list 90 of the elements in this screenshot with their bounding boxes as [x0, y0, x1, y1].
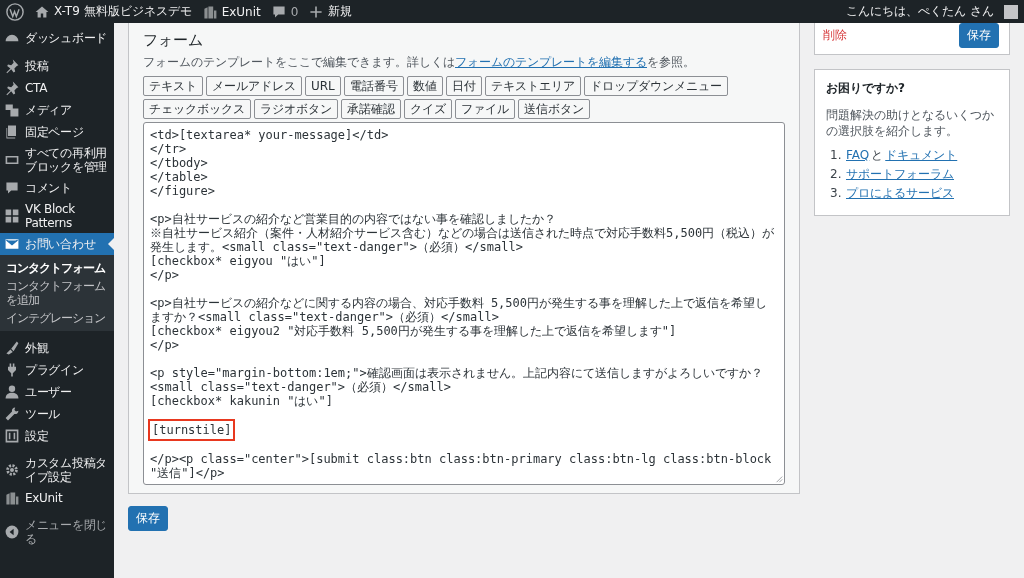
building-icon — [4, 490, 20, 506]
sidebar-item[interactable]: カスタム投稿タイプ設定 — [0, 453, 114, 487]
code-line: </tbody> — [150, 156, 209, 170]
help-text: と — [871, 147, 884, 163]
save-button[interactable]: 保存 — [959, 23, 999, 48]
help-link[interactable]: FAQ — [846, 147, 870, 163]
code-line: </figure> — [150, 184, 217, 198]
brush-icon — [4, 340, 20, 356]
tag-generator-button[interactable]: URL — [305, 76, 341, 96]
help-title: お困りですか? — [826, 80, 906, 97]
greeting-link[interactable]: こんにちは、ぺくたん さん — [846, 3, 994, 20]
sidebar-item[interactable]: ExUnit — [0, 487, 114, 509]
help-link[interactable]: プロによるサービス — [846, 185, 954, 201]
list-number: 1. — [830, 147, 843, 163]
pushpin-icon — [4, 58, 20, 74]
pushpin-icon — [4, 80, 20, 96]
template-help-link[interactable]: フォームのテンプレートを編集する — [455, 55, 647, 69]
code-line: [checkbox* kakunin "はい"] — [150, 394, 334, 408]
help-link[interactable]: ドキュメント — [885, 147, 958, 163]
tag-generator-button[interactable]: 日付 — [445, 76, 482, 96]
tag-generator-button[interactable]: テキストエリア — [484, 76, 581, 96]
comment-bubble-icon — [4, 180, 20, 196]
settings-icon — [4, 428, 20, 444]
new-content-link[interactable]: 新規 — [328, 3, 353, 20]
sidebar-item[interactable]: お問い合わせ — [0, 233, 114, 255]
sidebar-item[interactable]: すべての再利用ブロックを管理 — [0, 143, 114, 177]
sidebar-item[interactable]: 外観 — [0, 337, 114, 359]
settings-icon — [4, 462, 20, 478]
code-line: </p><p class="center">[submit class:btn class:btn-primary class:btn-lg class:btn-block "送信"]</p> — [150, 452, 773, 480]
tag-generator-button[interactable]: テキスト — [143, 76, 203, 96]
sidebar-item[interactable]: CTA — [0, 77, 114, 99]
sidebar-item[interactable]: メディア — [0, 99, 114, 121]
tag-generator-button[interactable]: メールアドレス — [206, 76, 302, 96]
sidebar-item[interactable]: プラグイン — [0, 359, 114, 381]
submenu-item[interactable]: コンタクトフォームを追加 — [0, 277, 114, 309]
sidebar-item[interactable]: 固定ページ — [0, 121, 114, 143]
wrench-icon — [4, 406, 20, 422]
tag-generator-button[interactable]: ラジオボタン — [254, 99, 338, 119]
tag-generator-button[interactable]: 数値 — [406, 76, 443, 96]
description-text: フォームのテンプレートをここで編集できます。詳しくはフォームのテンプレートを編集するを参照。 — [143, 54, 696, 71]
resize-grip-icon — [775, 475, 783, 483]
code-line: <p style="margin-bottom:1em;">確認画面は表示されません。上記内容にて送信しますがよろしいですか？<small class="text-danger">（必須）</small> — [150, 366, 764, 394]
plugin-menu-link[interactable]: ExUnit — [221, 4, 261, 19]
plus-icon — [308, 3, 325, 20]
user-icon — [4, 384, 20, 400]
collapse-menu-button[interactable]: メニューを閉じる — [0, 515, 114, 549]
sidebar-item[interactable]: 投稿 — [0, 55, 114, 77]
avatar-icon[interactable] — [1004, 4, 1018, 19]
code-line: </tr> — [150, 142, 188, 156]
media-icon — [4, 102, 20, 118]
tag-generator-button[interactable]: クイズ — [404, 99, 452, 119]
envelope-icon — [4, 236, 20, 252]
sidebar-item[interactable]: VK Block Patterns — [0, 199, 114, 233]
building-icon — [201, 3, 218, 20]
sidebar-item[interactable]: ユーザー — [0, 381, 114, 403]
code-line: [checkbox* eigyou "はい"] — [150, 254, 327, 268]
sidebar-item[interactable]: コメント — [0, 177, 114, 199]
tag-generator-button[interactable]: ドロップダウンメニュー — [583, 76, 728, 96]
tag-generator-button[interactable]: ファイル — [455, 99, 515, 119]
tag-generator-button[interactable]: 送信ボタン — [518, 99, 590, 119]
code-line: </table> — [150, 170, 209, 184]
code-line: ※自社サービス紹介（案件・人材紹介サービス含む）などの場合は送信された時点で対応手数料5,500円（税込）が発生します。<small class="text-danger">（必須）</small> — [150, 226, 776, 254]
grid-icon — [4, 208, 20, 224]
tag-generator-button[interactable]: 承諾確認 — [341, 99, 401, 119]
help-text: 問題解決の助けとなるいくつかの選択肢を紹介します。 — [826, 107, 995, 139]
tag-generator-button[interactable]: チェックボックス — [143, 99, 251, 119]
code-line: <p>自社サービスの紹介などに関する内容の場合、対応手数料 5,500円が発生する事を理解した上で返信を希望しますか？<small class="text-danger">（必須）</small> — [150, 296, 769, 324]
template-editor[interactable] — [143, 122, 785, 485]
code-line: </p> — [150, 338, 180, 352]
panel-title: フォーム — [143, 31, 204, 50]
sidebar-item[interactable]: ダッシュボード — [0, 27, 114, 49]
help-link[interactable]: サポートフォーラム — [846, 166, 954, 182]
delete-link[interactable]: 削除 — [823, 27, 847, 44]
sidebar-item[interactable]: 設定 — [0, 425, 114, 447]
comment-bubble-icon — [270, 3, 287, 20]
site-name-link[interactable]: X-T9 無料版ビジネスデモ — [54, 3, 192, 20]
wordpress-menu[interactable] — [6, 2, 24, 21]
submenu-item[interactable]: コンタクトフォーム — [0, 259, 114, 277]
sidebar-item[interactable]: ツール — [0, 403, 114, 425]
list-number: 2. — [830, 166, 843, 182]
submenu-item[interactable]: インテグレーション — [0, 309, 114, 327]
save-button[interactable]: 保存 — [128, 506, 168, 531]
code-line: <td>[textarea* your-message]</td> — [150, 128, 390, 142]
code-line: [checkbox* eigyou2 "対応手数料 5,500円が発生する事を理解した上で返信を希望します"] — [150, 324, 678, 338]
tag-generator-button[interactable]: 電話番号 — [343, 76, 404, 96]
code-line: <p>自社サービスの紹介など営業目的の内容ではない事を確認しましたか？ — [150, 212, 557, 226]
list-number: 3. — [830, 185, 843, 201]
code-line: </p> — [150, 268, 180, 282]
comments-link[interactable]: 0 — [290, 4, 299, 19]
wordpress-logo-icon — [6, 2, 24, 21]
